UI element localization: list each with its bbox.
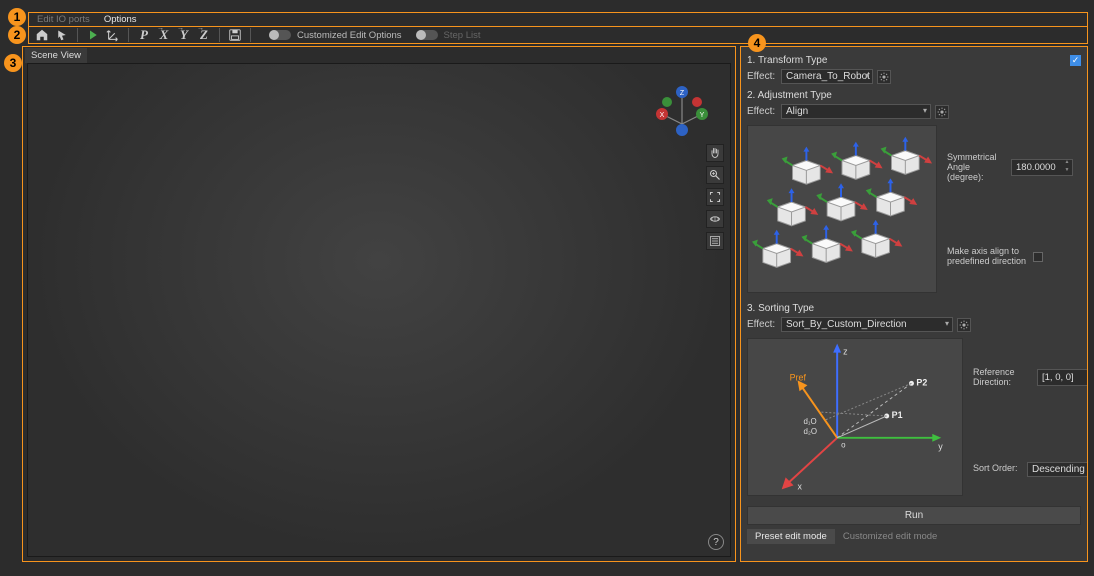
make-axis-align-label: Make axis align to predefined direction <box>947 247 1027 267</box>
tab-options[interactable]: Options <box>100 13 141 26</box>
sort-settings-button[interactable] <box>957 318 971 332</box>
transform-settings-button[interactable] <box>877 70 891 84</box>
adjust-effect-combo[interactable]: Align <box>781 104 931 119</box>
adjust-settings-button[interactable] <box>935 105 949 119</box>
toggle-customized-edit[interactable] <box>269 30 291 40</box>
svg-text:x: x <box>798 481 803 491</box>
zoom-tool[interactable] <box>706 166 724 184</box>
sort-effect-combo[interactable]: Sort_By_Custom_Direction <box>781 317 953 332</box>
parameters-panel: 1. Transform Type ✓ Effect: Camera_To_Ro… <box>740 46 1088 562</box>
symmetrical-angle-spinner[interactable]: ▲▼ <box>1062 160 1072 175</box>
fit-view-tool[interactable] <box>706 188 724 206</box>
save-icon-button[interactable] <box>226 27 244 43</box>
toggle-step-list-label: Step List <box>444 30 481 41</box>
svg-text:Y: Y <box>700 112 705 119</box>
pan-tool[interactable] <box>706 144 724 162</box>
axis-z-button[interactable]: →Z <box>195 27 213 43</box>
toggle-customized-edit-label: Customized Edit Options <box>297 30 402 41</box>
symmetrical-angle-label: Symmetrical Angle (degree): <box>947 153 1005 183</box>
scene-viewport[interactable]: Z X Y <box>27 63 731 557</box>
svg-text:Pref: Pref <box>790 372 807 382</box>
main-toolbar: P →X →Y →Z Customized Edit Options Step … <box>28 26 1088 44</box>
reference-direction-label: Reference Direction: <box>973 368 1031 388</box>
play-button[interactable] <box>84 27 102 43</box>
section-sorting-type: 3. Sorting Type <box>747 303 1081 314</box>
transform-effect-combo[interactable]: Camera_To_Robot <box>781 69 873 84</box>
axis-p-button[interactable]: P <box>135 27 153 43</box>
scene-view-region: Scene View Z X Y <box>22 46 736 562</box>
transform-effect-label: Effect: <box>747 71 777 82</box>
svg-text:d₁O: d₁O <box>803 417 816 426</box>
scene-side-toolbar <box>706 144 724 250</box>
section-adjustment-type: 2. Adjustment Type <box>747 90 1081 101</box>
annotation-badge-1: 1 <box>8 8 26 26</box>
grid-tool[interactable] <box>706 210 724 228</box>
adjust-effect-label: Effect: <box>747 106 777 117</box>
editor-tabs: Edit IO ports Options <box>28 12 1088 26</box>
svg-text:d₂O: d₂O <box>803 427 817 436</box>
tab-scene-view[interactable]: Scene View <box>25 48 87 63</box>
sort-illustration: z y x o Pref P1 <box>747 338 963 496</box>
axes-button[interactable] <box>104 27 122 43</box>
toolbar-separator <box>77 28 78 42</box>
run-button[interactable]: Run <box>747 506 1081 525</box>
svg-text:P2: P2 <box>916 377 927 387</box>
svg-text:y: y <box>938 442 943 452</box>
reference-direction-input[interactable]: [1, 0, 0] <box>1037 369 1088 386</box>
toolbar-separator <box>128 28 129 42</box>
pointer-button[interactable] <box>53 27 71 43</box>
home-button[interactable] <box>33 27 51 43</box>
svg-text:o: o <box>841 441 846 450</box>
sort-effect-label: Effect: <box>747 319 777 330</box>
section-transform-type: 1. Transform Type ✓ <box>747 55 1081 66</box>
svg-text:P1: P1 <box>892 410 903 420</box>
annotation-badge-2: 2 <box>8 26 26 44</box>
svg-text:X: X <box>660 112 665 119</box>
svg-text:Z: Z <box>680 90 685 97</box>
tab-customized-edit-mode[interactable]: Customized edit mode <box>835 529 946 544</box>
orientation-gizmo[interactable]: Z X Y <box>652 82 712 142</box>
help-button[interactable]: ? <box>708 534 724 550</box>
toolbar-separator <box>219 28 220 42</box>
make-axis-align-checkbox[interactable] <box>1033 252 1043 262</box>
toolbar-separator <box>250 28 251 42</box>
sort-order-label: Sort Order: <box>973 464 1021 474</box>
annotation-badge-3: 3 <box>4 54 22 72</box>
axis-x-button[interactable]: →X <box>155 27 173 43</box>
adjust-illustration <box>747 125 937 293</box>
tab-preset-edit-mode[interactable]: Preset edit mode <box>747 529 835 544</box>
list-tool[interactable] <box>706 232 724 250</box>
svg-text:z: z <box>843 347 848 357</box>
sort-order-combo[interactable]: Descending <box>1027 462 1088 477</box>
transform-type-checkbox[interactable]: ✓ <box>1070 55 1081 66</box>
annotation-badge-4: 4 <box>748 34 766 52</box>
edit-mode-tabs: Preset edit mode Customized edit mode <box>747 529 1081 544</box>
axis-y-button[interactable]: →Y <box>175 27 193 43</box>
toggle-step-list[interactable] <box>416 30 438 40</box>
tab-edit-io[interactable]: Edit IO ports <box>33 13 94 26</box>
